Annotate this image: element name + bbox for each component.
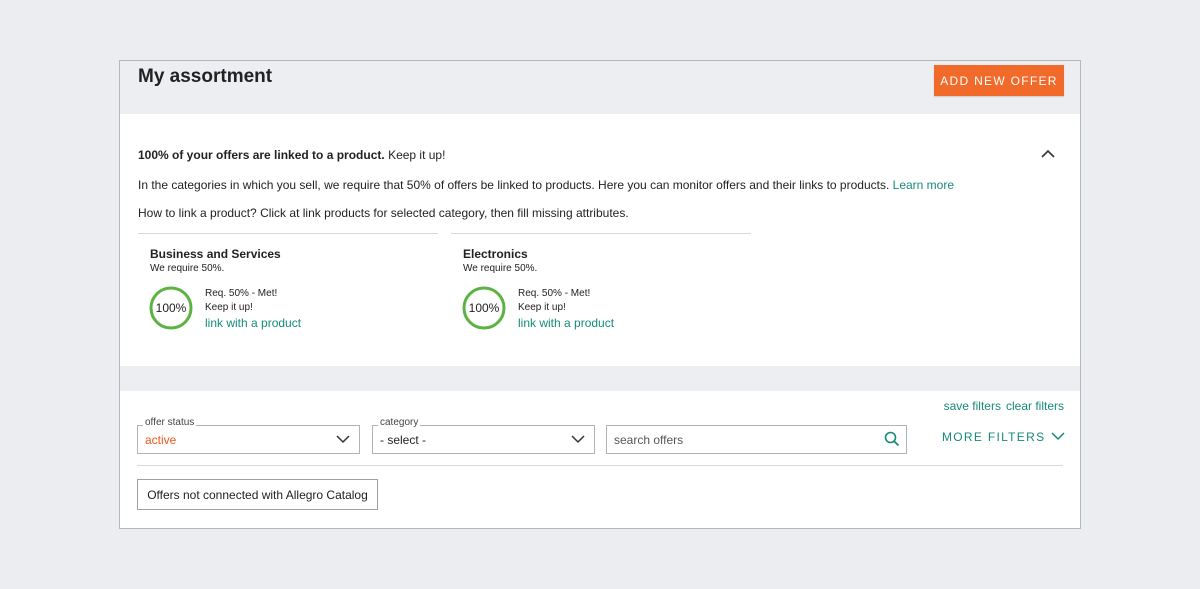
offer-status-select[interactable]: offer status active: [137, 417, 360, 454]
progress-percent: 100%: [155, 301, 187, 315]
add-new-offer-button[interactable]: ADD NEW OFFER: [934, 65, 1064, 96]
chevron-down-icon: [1051, 432, 1065, 441]
category-requirement: We require 50%.: [463, 263, 538, 274]
info-headline-rest: Keep it up!: [384, 148, 446, 162]
info-line1-text: In the categories in which you sell, we …: [138, 178, 893, 192]
encouragement-text: Keep it up!: [518, 302, 566, 313]
category-value: - select -: [380, 433, 427, 447]
save-filters-link[interactable]: save filters: [944, 399, 1001, 413]
chevron-down-icon: [571, 435, 585, 444]
chevron-down-icon: [336, 435, 350, 444]
clear-filters-link[interactable]: clear filters: [1006, 399, 1064, 413]
header-band: My assortment ADD NEW OFFER: [120, 61, 1080, 114]
divider: [137, 465, 1063, 466]
offer-status-value: active: [145, 433, 177, 447]
assortment-panel: My assortment ADD NEW OFFER 100% of your…: [119, 60, 1081, 529]
info-requirement-text: In the categories in which you sell, we …: [138, 178, 954, 192]
category-title: Business and Services: [150, 247, 281, 261]
category-select[interactable]: category - select -: [372, 417, 595, 454]
category-card-business: Business and Services We require 50%. 10…: [138, 233, 438, 344]
progress-percent: 100%: [468, 301, 500, 315]
chevron-up-icon[interactable]: [1039, 146, 1057, 162]
search-field: [606, 425, 907, 454]
category-requirement: We require 50%.: [150, 263, 225, 274]
offers-not-connected-button[interactable]: Offers not connected with Allegro Catalo…: [137, 479, 378, 510]
category-card-electronics: Electronics We require 50%. 100% Req. 50…: [451, 233, 751, 344]
requirement-status: Req. 50% - Met!: [205, 288, 278, 299]
link-with-product-link[interactable]: link with a product: [205, 316, 301, 330]
page-title: My assortment: [138, 66, 273, 87]
offer-status-legend: offer status: [143, 417, 197, 428]
filter-actions: save filters clear filters: [939, 399, 1064, 413]
search-input[interactable]: [612, 428, 876, 452]
more-filters-button[interactable]: MORE FILTERS: [942, 430, 1065, 444]
encouragement-text: Keep it up!: [205, 302, 253, 313]
section-separator: [120, 366, 1080, 391]
info-headline: 100% of your offers are linked to a prod…: [138, 148, 445, 162]
info-howto-text: How to link a product? Click at link pro…: [138, 206, 629, 220]
learn-more-link[interactable]: Learn more: [893, 178, 954, 192]
category-legend: category: [378, 417, 421, 428]
search-icon[interactable]: [884, 431, 900, 447]
link-with-product-link[interactable]: link with a product: [518, 316, 614, 330]
category-title: Electronics: [463, 247, 528, 261]
more-filters-label: MORE FILTERS: [942, 430, 1046, 444]
requirement-status: Req. 50% - Met!: [518, 288, 591, 299]
info-headline-bold: 100% of your offers are linked to a prod…: [138, 148, 385, 162]
linking-info-panel: 100% of your offers are linked to a prod…: [120, 114, 1080, 366]
